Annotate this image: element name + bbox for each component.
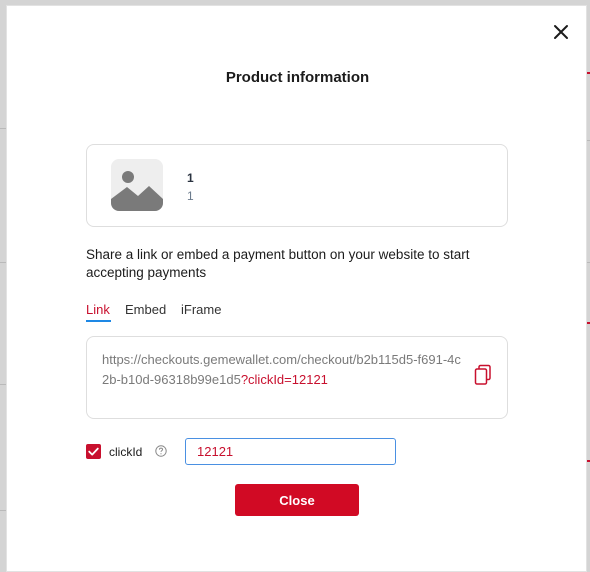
product-name: 1 [187,171,194,185]
copy-icon[interactable] [474,364,492,386]
product-card: 1 1 [86,144,508,227]
clickid-label: clickId [109,445,143,459]
clickid-checkbox[interactable] [86,444,101,459]
checkout-link-box: https://checkouts.gemewallet.com/checkou… [86,336,508,419]
checkmark-icon [88,447,99,456]
modal-title: Product information [225,69,370,86]
checkout-link[interactable]: https://checkouts.gemewallet.com/checkou… [102,350,467,390]
tab-embed[interactable]: Embed [125,302,166,317]
share-description: Share a link or embed a payment button o… [86,247,470,280]
checkout-link-param: ?clickId=12121 [240,372,328,387]
help-circle-icon[interactable] [155,445,167,457]
active-tab-indicator [86,320,111,322]
product-info-modal: Product information 1 1 Share a link or … [6,5,587,572]
close-button[interactable]: Close [235,484,359,516]
tab-iframe[interactable]: iFrame [181,302,221,317]
image-placeholder-icon [111,159,163,211]
tab-link[interactable]: Link [86,302,110,317]
product-subtitle: 1 [187,189,194,203]
clickid-input[interactable] [185,438,396,465]
close-icon[interactable] [552,23,570,41]
